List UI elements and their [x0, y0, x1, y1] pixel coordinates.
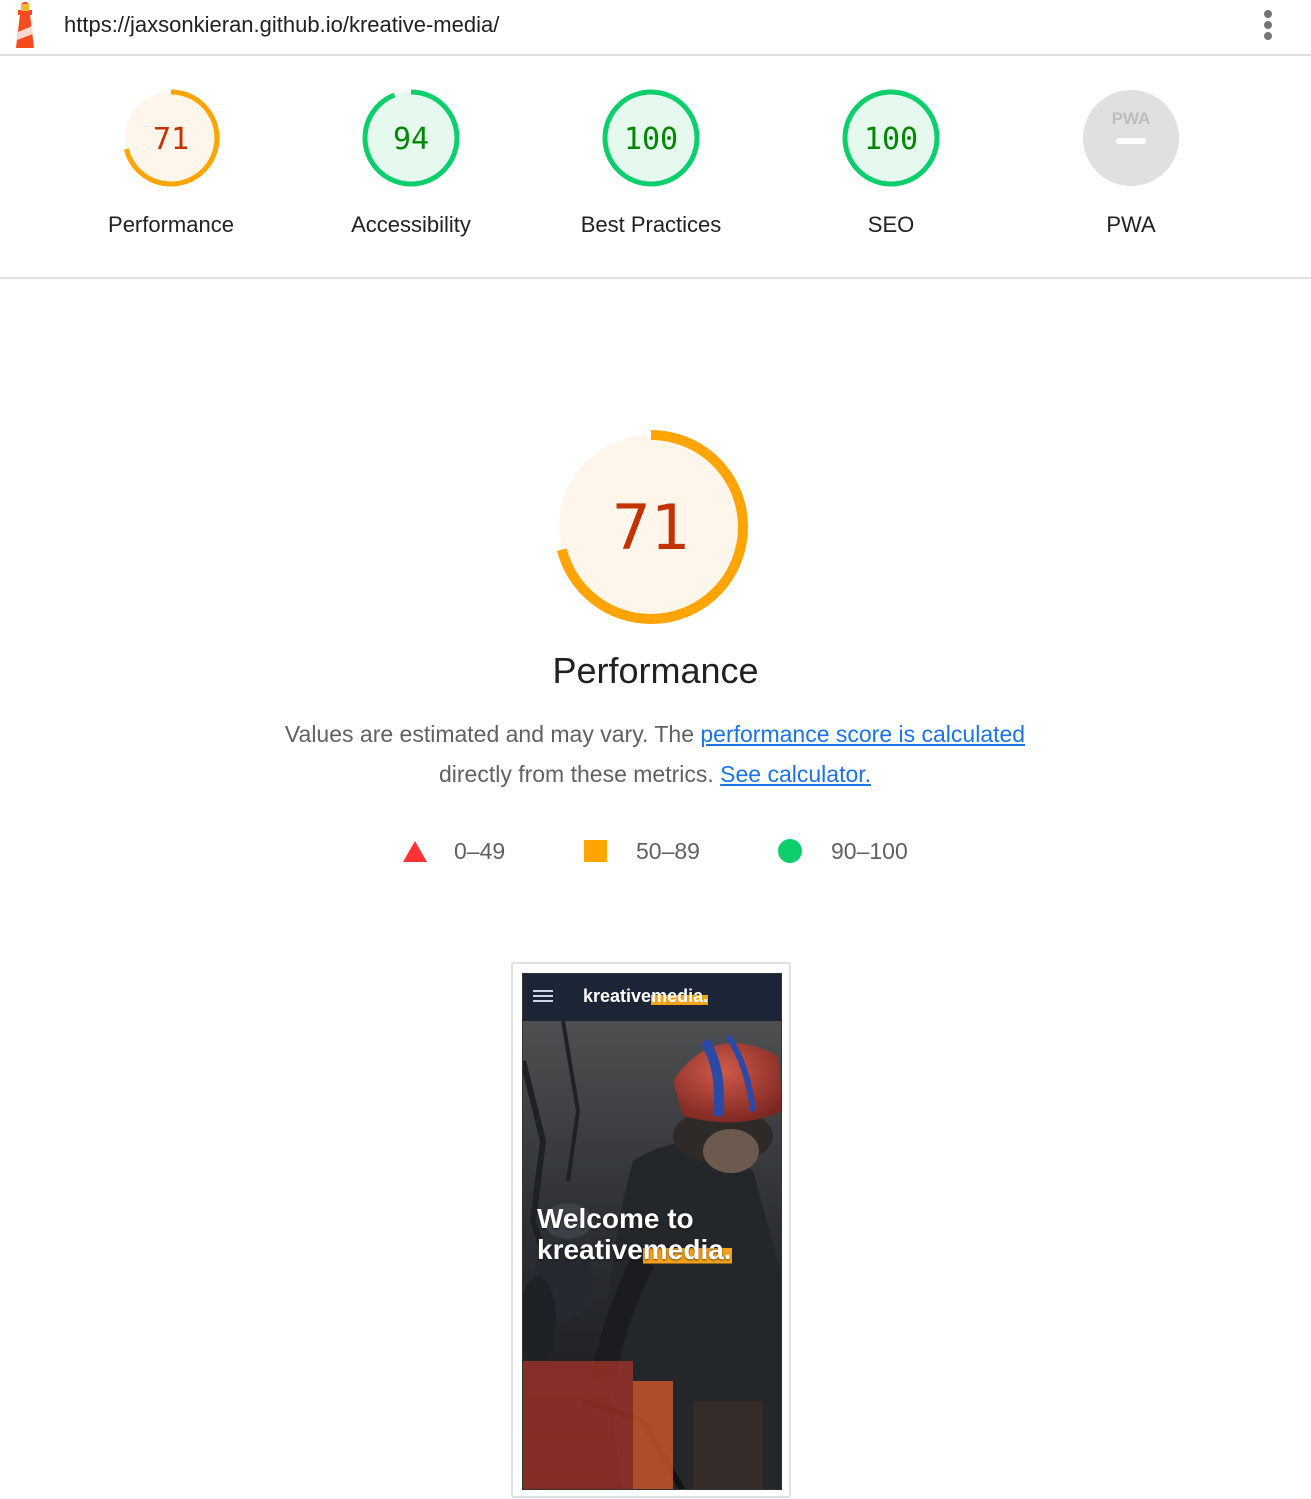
gauge-label: Performance — [108, 212, 234, 237]
top-bar: https://jaxsonkieran.github.io/kreative-… — [0, 0, 1311, 56]
gauge-accessibility[interactable]: 94 Accessibility — [301, 88, 521, 248]
screenshot-image: kreativemedia. Welcome to kreativemedia. — [522, 973, 782, 1490]
site-nav-bar: kreativemedia. — [523, 974, 781, 1021]
gauge-label: Accessibility — [351, 212, 471, 237]
score-legend: 0–49 50–89 90–100 — [0, 834, 1311, 868]
site-brand: kreativemedia. — [583, 986, 709, 1006]
gauge-ring: 100 — [602, 89, 700, 187]
performance-score-large: 71 — [612, 491, 691, 564]
triangle-fail-icon — [403, 841, 427, 862]
performance-gauge-large: 71 — [554, 430, 748, 624]
gauge-best-practices[interactable]: 100 Best Practices — [541, 88, 761, 248]
gauge-performance[interactable]: 71 Performance — [61, 88, 281, 248]
more-vert-icon[interactable] — [1258, 8, 1278, 46]
desc-prefix: Values are estimated and may vary. The — [284, 721, 701, 747]
gauge-seo[interactable]: 100 SEO — [781, 88, 1001, 248]
page-url: https://jaxsonkieran.github.io/kreative-… — [64, 12, 500, 37]
final-screenshot[interactable]: kreativemedia. Welcome to kreativemedia. — [511, 962, 791, 1498]
category-summary: 71 Performance 94 Accessibility 100 Best… — [0, 56, 1311, 279]
legend-range: 90–100 — [831, 838, 908, 864]
gauge-ring: 94 — [362, 89, 460, 187]
gauge-label: SEO — [867, 212, 915, 237]
legend-fail: 0–49 — [402, 834, 522, 868]
legend-average: 50–89 — [583, 834, 713, 868]
desc-middle: directly from these metrics. — [438, 761, 721, 787]
hamburger-menu-icon[interactable] — [533, 990, 553, 1004]
performance-title: Performance — [552, 650, 759, 691]
performance-description: Values are estimated and may vary. The p… — [255, 714, 1055, 794]
pwa-badge-icon: PWA — [1083, 90, 1179, 186]
gauge-score: 100 — [864, 122, 918, 157]
square-average-icon — [584, 840, 607, 862]
gauge-ring: 71 — [122, 89, 220, 187]
gauge-score: 71 — [153, 122, 189, 157]
hero-headline: Welcome to kreativemedia. — [537, 1203, 732, 1265]
gauge-label: Best Practices — [580, 212, 722, 237]
gauge-ring: 100 — [842, 89, 940, 187]
gauge-label: PWA — [1106, 212, 1156, 237]
gauge-pwa[interactable]: PWA PWA — [1021, 88, 1241, 248]
lighthouse-icon — [16, 2, 34, 48]
legend-range: 0–49 — [454, 838, 506, 864]
gauge-score: 94 — [393, 122, 429, 157]
circle-pass-icon — [778, 839, 802, 863]
see-calculator-link[interactable]: See calculator. — [720, 761, 871, 787]
legend-range: 50–89 — [636, 838, 700, 864]
pwa-badge-text: PWA — [1112, 109, 1151, 128]
score-calculated-link[interactable]: performance score is calculated — [700, 721, 1025, 747]
legend-pass: 90–100 — [778, 834, 918, 868]
gauge-score: 100 — [624, 122, 678, 157]
